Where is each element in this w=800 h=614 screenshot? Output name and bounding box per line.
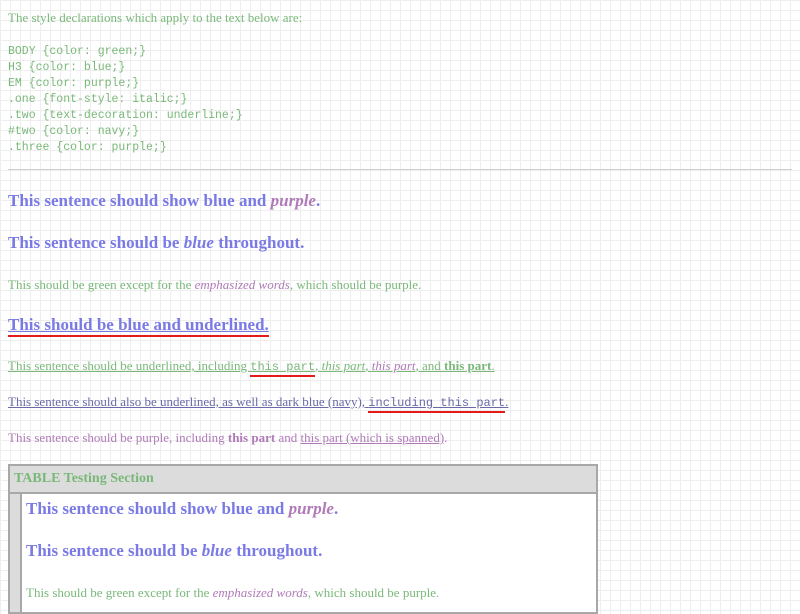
intro-text: The style declarations which apply to th…: [8, 10, 303, 25]
declaration-line: #two {color: navy;}: [8, 125, 140, 138]
test-heading-blue-throughout: This sentence should be blue throughout.: [8, 233, 305, 252]
test-paragraph-navy: This sentence should also be underlined,…: [8, 394, 508, 413]
declaration-line: .one {font-style: italic;}: [8, 93, 188, 106]
code-span: this part: [250, 360, 316, 377]
declaration-line: BODY {color: green;}: [8, 45, 147, 58]
table-test-paragraph-green: This should be green except for the emph…: [26, 585, 440, 600]
table-testing-section: TABLE Testing Section This sentence shou…: [8, 464, 598, 614]
underlined-heading-text: This should be blue and underlined.: [8, 315, 269, 337]
emphasis-blue: blue: [201, 541, 232, 560]
spanned-text: this part (which is spanned): [300, 430, 445, 445]
declaration-line: H3 {color: blue;}: [8, 61, 126, 74]
emphasis-purple: purple: [270, 191, 316, 210]
test-heading-blue-purple: This sentence should show blue and purpl…: [8, 191, 321, 210]
table-test-heading-blue-purple: This sentence should show blue and purpl…: [26, 499, 339, 518]
horizontal-rule: [8, 169, 792, 170]
style-declarations: BODY {color: green;} H3 {color: blue;} E…: [8, 44, 243, 156]
test-paragraph-green: This should be green except for the emph…: [8, 277, 422, 292]
test-paragraph-purple: This sentence should be purple, includin…: [8, 430, 448, 445]
test-heading-underlined: This should be blue and underlined.: [8, 315, 269, 337]
emphasis-blue: blue: [183, 233, 214, 252]
declaration-line: EM {color: purple;}: [8, 77, 140, 90]
declaration-line: .two {text-decoration: underline;}: [8, 109, 243, 122]
emphasis-purple: emphasized words: [212, 585, 308, 600]
table-test-heading-blue-throughout: This sentence should be blue throughout.: [26, 541, 323, 560]
emphasis-purple: this part: [371, 358, 416, 373]
declaration-line: .three {color: purple;}: [8, 141, 167, 154]
table-caption: TABLE Testing Section: [10, 466, 596, 494]
bold-span: this part: [227, 430, 276, 445]
emphasis-purple: emphasized words: [194, 277, 290, 292]
bold-span: this part: [444, 358, 492, 373]
table-content-cell: This sentence should show blue and purpl…: [26, 494, 596, 612]
italic-span: this part: [321, 358, 366, 373]
test-paragraph-underlined: This sentence should be underlined, incl…: [8, 358, 495, 377]
emphasis-purple: purple: [288, 499, 334, 518]
code-span: including this part: [368, 396, 506, 413]
table-left-cell: [10, 494, 22, 612]
